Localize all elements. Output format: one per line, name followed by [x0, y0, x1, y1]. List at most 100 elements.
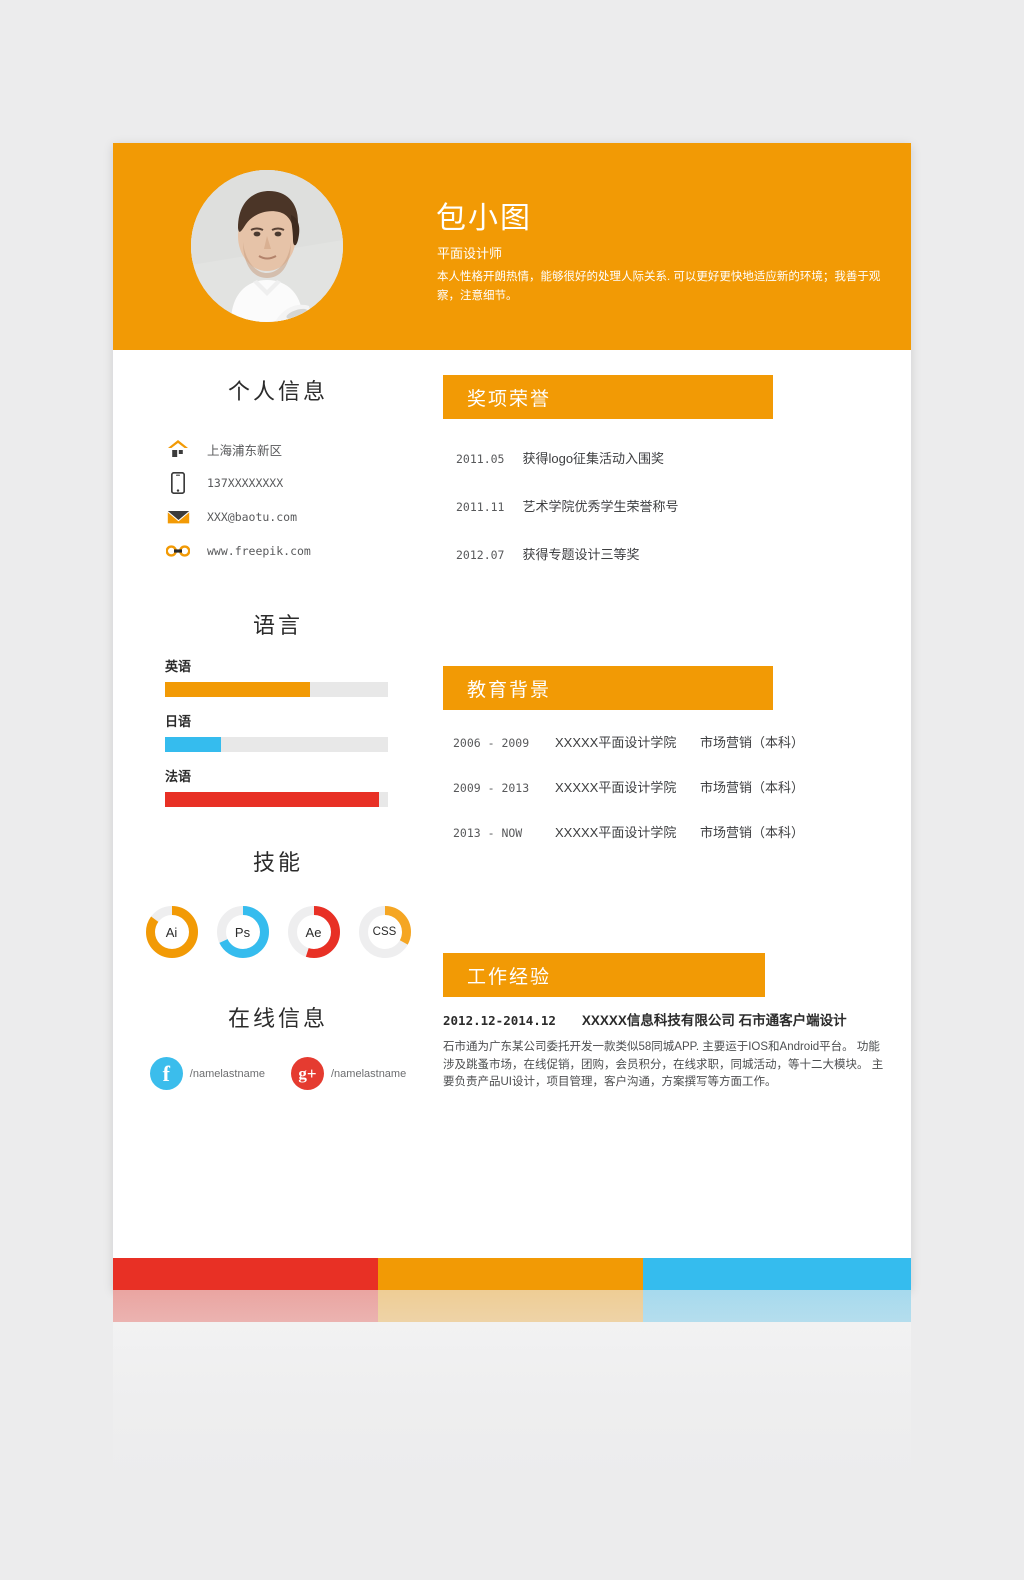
intro-text: 本人性格开朗热情，能够很好的处理人际关系. 可以更好更快地适应新的环境；我善于观…: [437, 271, 881, 302]
right-column: 奖项荣誉 2011.05 获得logo征集活动入围奖 2011.11 艺术学院优…: [443, 350, 911, 1220]
contact-value-email: XXX@baotu.com: [207, 510, 298, 524]
red-bar: [113, 1290, 378, 1322]
footer-color-bars: [113, 1258, 911, 1290]
blue-bar: [643, 1258, 911, 1290]
home-icon: [165, 437, 191, 461]
social-handle-google-plus: /namelastname: [331, 1067, 407, 1080]
resume-page: 包小图 平面设计师 本人性格开朗热情，能够很好的处理人际关系. 可以更好更快地适…: [113, 143, 911, 1290]
skills-section: 技能 Ai Ps Ae CSS: [113, 845, 443, 961]
left-column: 个人信息 上海浦东新区: [113, 350, 443, 1220]
online-heading: 在线信息: [227, 1006, 328, 1031]
resume-page: 包小图 平面设计师 本人性格开朗热情，能够很好的处理人际关系. 可以更好更快地适…: [113, 1290, 911, 1530]
language-label-japanese: 日语: [165, 714, 192, 729]
facebook-icon[interactable]: f: [149, 1057, 183, 1090]
skills-heading: 技能: [252, 850, 303, 875]
education-date: 2009 - 2013: [453, 781, 530, 795]
reflection-content: 包小图 平面设计师 本人性格开朗热情，能够很好的处理人际关系. 可以更好更快地适…: [113, 1290, 911, 1530]
language-fill-english: [165, 682, 310, 697]
education-school: XXXXX平面设计学院: [555, 735, 677, 750]
skill-label: Ai: [165, 924, 178, 940]
skill-label: Ps: [234, 924, 251, 940]
phone-icon: [165, 471, 191, 495]
work-section: 工作经验 2012.12-2014.12 XXXXX信息科技有限公司 石市通客户…: [443, 1489, 911, 1530]
skill-donut-list: Ai Ps Ae CSS: [113, 903, 443, 961]
social-item-google-plus[interactable]: g+ /namelastname: [291, 1057, 406, 1090]
right-column: 奖项荣誉 2011.05 获得logo征集活动入围奖 2011.11 艺术学院优…: [443, 1360, 911, 1530]
education-major: 市场营销（本科）: [700, 825, 805, 840]
portrait-photo-graphic: [191, 170, 343, 322]
work-description: 石市通为广东某公司委托开发一款类似58同城APP. 主要运于IOS和Androi…: [443, 1041, 884, 1088]
work-title: 工作经验: [467, 966, 552, 988]
resume-header: 包小图 平面设计师 本人性格开朗热情，能够很好的处理人际关系. 可以更好更快地适…: [113, 143, 911, 350]
contact-row-email: XXX@baotu.com: [165, 500, 443, 534]
avatar: [191, 170, 343, 322]
education-date: 2006 - 2009: [453, 736, 530, 750]
education-section: 教育背景 2006 - 2009 XXXXX平面设计学院 市场营销（本科） 20…: [443, 666, 911, 841]
skill-label: CSS: [372, 926, 397, 938]
awards-title: 奖项荣誉: [467, 388, 552, 410]
personal-info-heading: 个人信息: [227, 379, 328, 404]
award-text: 艺术学院优秀学生荣誉称号: [522, 499, 679, 514]
work-date: 2012.12-2014.12: [443, 1013, 556, 1028]
social-handle-google-plus: /namelastname: [331, 1500, 407, 1513]
link-icon: [165, 539, 191, 563]
education-major: 市场营销（本科）: [700, 735, 805, 750]
left-column: 个人信息 上海浦东新区: [113, 1360, 443, 1530]
job-title: 平面设计师: [437, 246, 503, 261]
language-item-french: 法语: [165, 766, 388, 807]
education-title: 教育背景: [467, 679, 552, 701]
facebook-icon[interactable]: f: [149, 1490, 183, 1523]
award-row: 2012.07 获得专题设计三等奖: [456, 544, 911, 563]
red-bar: [113, 1258, 378, 1290]
online-section: 在线信息 f /namelastname g+ /namelastname: [113, 1490, 443, 1530]
language-track-japanese: [165, 737, 388, 752]
language-label-french: 法语: [165, 769, 192, 784]
awards-section-bar: 奖项荣誉: [443, 375, 773, 419]
skill-donut-css: CSS: [356, 903, 414, 961]
contact-list: 上海浦东新区 137XXXXXXXX XXX@baotu.com www.fre…: [113, 432, 443, 568]
reflection-fade-mask: [113, 1290, 911, 1530]
language-item-english: 英语: [165, 656, 388, 697]
language-track-english: [165, 682, 388, 697]
language-label-english: 英语: [165, 659, 192, 674]
awards-section: 奖项荣誉 2011.05 获得logo征集活动入围奖 2011.11 艺术学院优…: [443, 375, 911, 563]
contact-row-website: www.freepik.com: [165, 534, 443, 568]
contact-row-phone: 137XXXXXXXX: [165, 466, 443, 500]
award-row: 2011.11 艺术学院优秀学生荣誉称号: [456, 496, 911, 515]
award-date: 2012.07: [456, 548, 505, 562]
google-plus-icon[interactable]: g+: [291, 1057, 324, 1090]
education-row: 2009 - 2013 XXXXX平面设计学院 市场营销（本科）: [443, 777, 911, 796]
social-list: f /namelastname g+ /namelastname: [113, 1057, 443, 1090]
contact-value-phone: 137XXXXXXXX: [207, 476, 284, 490]
work-section: 工作经验 2012.12-2014.12 XXXXX信息科技有限公司 石市通客户…: [443, 953, 911, 1092]
language-list: 英语 日语 法语: [113, 656, 443, 807]
google-plus-icon[interactable]: g+: [291, 1490, 324, 1523]
social-handle-facebook: /namelastname: [189, 1500, 265, 1513]
social-item-facebook[interactable]: f /namelastname: [149, 1490, 265, 1523]
education-section-bar: 教育背景: [443, 666, 773, 710]
language-item-japanese: 日语: [165, 711, 388, 752]
awards-list: 2011.05 获得logo征集活动入围奖 2011.11 艺术学院优秀学生荣誉…: [443, 448, 911, 563]
social-handle-facebook: /namelastname: [189, 1067, 265, 1080]
page-title: 包小图: [436, 202, 532, 235]
award-date: 2011.11: [456, 500, 505, 514]
education-school: XXXXX平面设计学院: [555, 825, 677, 840]
language-fill-japanese: [165, 737, 221, 752]
online-section: 在线信息 f /namelastname g+ /namelastname: [113, 1001, 443, 1090]
social-item-google-plus[interactable]: g+ /namelastname: [291, 1490, 406, 1523]
languages-section: 语言 英语 日语 法语: [113, 608, 443, 807]
personal-info-section: 个人信息 上海浦东新区 137XXXXXXXX XXX@baotu.com ww…: [113, 374, 443, 568]
award-text: 获得logo征集活动入围奖: [522, 451, 665, 466]
social-list: f /namelastname g+ /namelastname: [113, 1490, 443, 1523]
education-list: 2006 - 2009 XXXXX平面设计学院 市场营销（本科） 2009 - …: [443, 732, 911, 841]
blue-bar: [643, 1290, 911, 1322]
social-item-facebook[interactable]: f /namelastname: [149, 1057, 265, 1090]
orange-bar: [378, 1258, 643, 1290]
award-text: 获得专题设计三等奖: [522, 547, 640, 562]
education-row: 2013 - NOW XXXXX平面设计学院 市场营销（本科）: [443, 822, 911, 841]
education-major: 市场营销（本科）: [700, 780, 805, 795]
contact-value-address: 上海浦东新区: [207, 443, 283, 458]
skill-donut-ae: Ae: [285, 903, 343, 961]
orange-bar: [378, 1290, 643, 1322]
language-fill-french: [165, 792, 380, 807]
